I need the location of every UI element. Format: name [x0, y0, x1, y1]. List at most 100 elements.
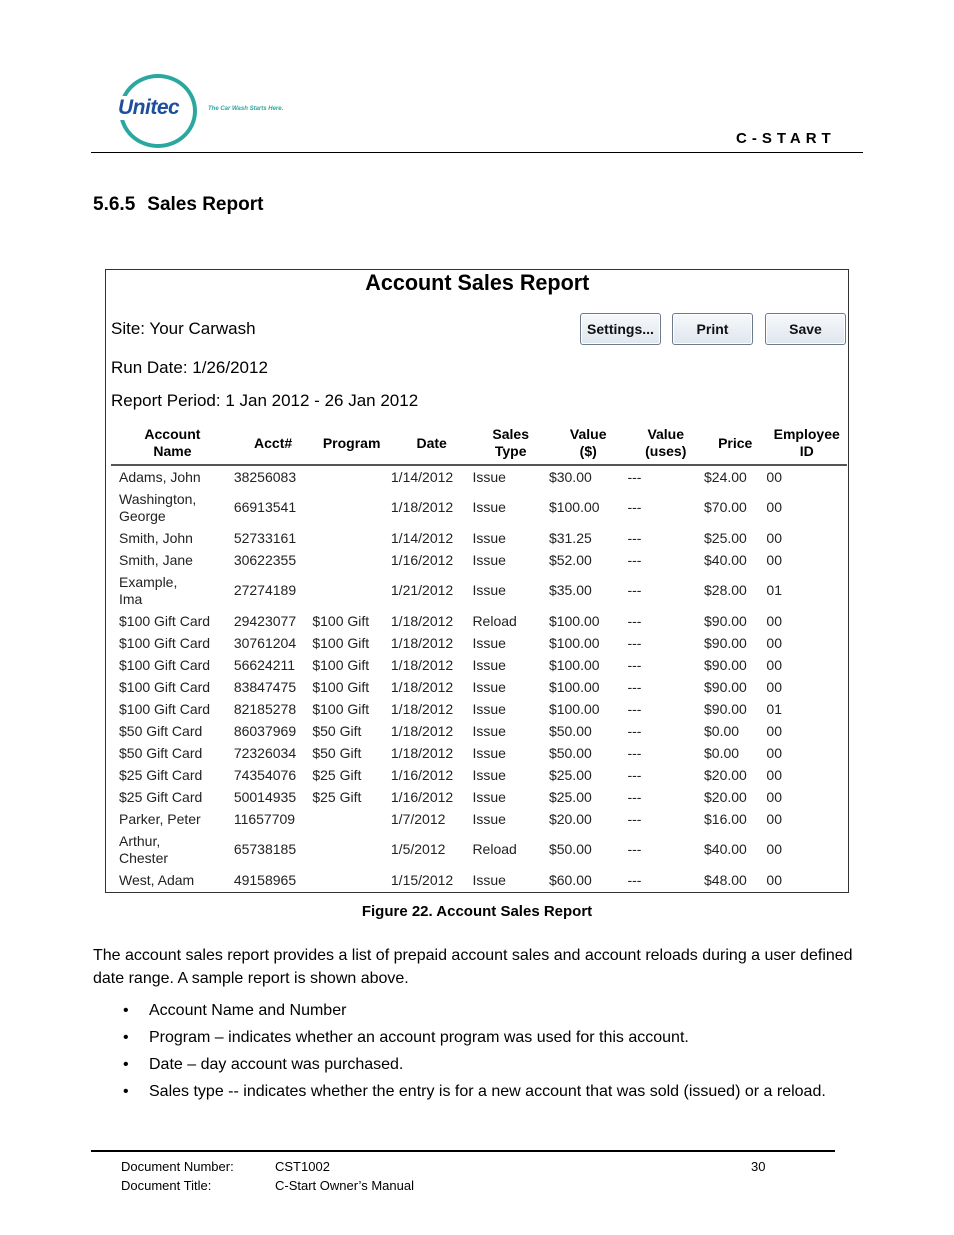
column-header: Date — [390, 424, 473, 466]
acct-cell: 86037969 — [233, 722, 297, 739]
date-cell: 1/16/2012 — [390, 551, 454, 568]
section-heading: 5.6.5 Sales Report — [93, 194, 263, 216]
body-paragraph: The account sales report provides a list… — [93, 947, 853, 987]
table-header-row: Account Name Acct# Program Date Sales Type Valu… — [111, 424, 847, 466]
type-cell: Issue — [472, 468, 506, 485]
value-cell: $52.00 — [548, 551, 592, 568]
column-header: Sales Type — [472, 424, 549, 466]
column-header: Acct# — [233, 424, 313, 466]
acct-cell: 29423077 — [233, 612, 297, 629]
type-cell: Issue — [472, 656, 506, 673]
bullet-item: • Account Name and Number — [93, 999, 838, 1022]
account-name-cell: $25 Gift Card — [111, 786, 234, 808]
feature-list: • Account Name and Number • Program – indic… — [93, 999, 838, 1107]
sales-table: Account Name Acct# Program Date Sales Type Valu… — [111, 424, 847, 891]
uses-cell: --- — [627, 612, 642, 629]
emp-cell: 00 — [766, 766, 782, 783]
bullet-icon: • — [123, 1029, 129, 1046]
uses-cell: --- — [627, 722, 642, 739]
save-button[interactable]: Save — [765, 313, 846, 345]
program-cell: $100 Gift — [312, 656, 370, 673]
emp-cell: 00 — [766, 656, 782, 673]
column-header: Account Name — [111, 424, 234, 466]
table-row: $100 Gift Card 29423077 $100 Gift 1/18/2012… — [111, 610, 847, 632]
account-name-cell: Washington, George — [111, 488, 234, 527]
price-cell: $0.00 — [704, 744, 740, 761]
print-button[interactable]: Print — [672, 313, 753, 345]
account-sales-report: Account Sales Report Site: Your Carwash … — [105, 269, 849, 893]
uses-cell: --- — [627, 871, 642, 888]
account-name-cell: West, Adam — [111, 869, 234, 891]
value-cell: $100.00 — [548, 612, 600, 629]
program-cell — [312, 488, 391, 527]
doc-number-label: Document Number: — [121, 1159, 234, 1174]
value-cell: $31.25 — [548, 529, 592, 546]
table-row: $100 Gift Card 83847475 $100 Gift 1/18/2012… — [111, 676, 847, 698]
bullet-text: Account Name and Number — [149, 1002, 347, 1019]
date-cell: 1/18/2012 — [390, 700, 454, 717]
acct-cell: 11657709 — [233, 810, 296, 827]
table-row: Washington, George 66913541 1/18/2012 Issue $… — [111, 488, 847, 527]
doc-title-label: Document Title: — [121, 1178, 212, 1193]
uses-cell: --- — [627, 810, 642, 827]
table-row: $50 Gift Card 72326034 $50 Gift 1/18/2012 Is… — [111, 742, 847, 764]
price-cell: $20.00 — [704, 788, 747, 805]
program-cell — [312, 549, 391, 571]
uses-cell: --- — [627, 656, 642, 673]
bullet-icon: • — [123, 1002, 129, 1019]
account-name: $25 Gift Card — [119, 788, 203, 805]
type-cell: Issue — [472, 788, 506, 805]
program-cell — [312, 808, 391, 830]
date-cell: 1/14/2012 — [390, 529, 454, 546]
type-cell: Issue — [472, 722, 506, 739]
date-cell: 1/16/2012 — [390, 766, 454, 783]
column-header: Value ($) — [548, 424, 628, 466]
date-cell: 1/15/2012 — [390, 871, 454, 888]
settings-button[interactable]: Settings... — [580, 313, 661, 345]
type-cell: Issue — [472, 499, 506, 515]
emp-cell: 00 — [766, 612, 782, 629]
program-cell: $100 Gift — [312, 678, 370, 695]
uses-cell: --- — [627, 529, 642, 546]
bullet-item: • Sales type -- indicates whether the ent… — [93, 1080, 838, 1103]
type-cell: Issue — [472, 810, 506, 827]
type-cell: Issue — [472, 529, 506, 546]
table-row: $25 Gift Card 74354076 $25 Gift 1/16/2012 Is… — [111, 764, 847, 786]
bullet-item: • Date – day account was purchased. — [93, 1053, 838, 1076]
price-cell: $90.00 — [704, 700, 747, 717]
column-header-line2: Type — [494, 443, 527, 459]
emp-cell: 00 — [766, 551, 782, 568]
account-name-cell: $100 Gift Card — [111, 676, 234, 698]
report-title-text: Account Sales Report — [364, 270, 590, 295]
value-cell: $20.00 — [548, 810, 592, 827]
table-row: Smith, John 52733161 1/14/2012 Issue $31.25 -… — [111, 527, 847, 549]
uses-cell: --- — [627, 766, 642, 783]
date-cell: 1/18/2012 — [390, 722, 454, 739]
account-name: West, Adam — [119, 871, 195, 888]
date-cell: 1/18/2012 — [390, 634, 454, 651]
acct-cell: 49158965 — [233, 871, 297, 888]
column-header: Price — [704, 424, 767, 466]
program-cell: $25 Gift — [312, 766, 362, 783]
account-name: Smith, Jane — [119, 551, 193, 568]
column-header: Value (uses) — [627, 424, 704, 466]
footer-divider — [91, 1150, 835, 1152]
date-cell: 1/18/2012 — [390, 499, 454, 515]
acct-cell: 27274189 — [233, 582, 297, 598]
date-cell: 1/18/2012 — [390, 612, 454, 629]
price-cell: $40.00 — [704, 841, 747, 857]
program-cell — [312, 527, 391, 549]
doc-number: CST1002 — [275, 1159, 330, 1174]
account-name-cell: $100 Gift Card — [111, 698, 234, 720]
emp-cell: 00 — [766, 871, 782, 888]
account-name: Adams, John — [119, 468, 201, 485]
column-header-line2: (uses) — [645, 443, 687, 459]
price-cell: $0.00 — [704, 722, 740, 739]
column-header-line1: Program — [322, 434, 381, 451]
emp-cell: 01 — [766, 582, 782, 598]
emp-cell: 01 — [766, 700, 782, 717]
column-header-line1: Account — [144, 426, 201, 442]
account-name-cell: Adams, John — [111, 465, 234, 488]
account-name: Parker, Peter — [119, 810, 201, 827]
acct-cell: 52733161 — [233, 529, 297, 546]
